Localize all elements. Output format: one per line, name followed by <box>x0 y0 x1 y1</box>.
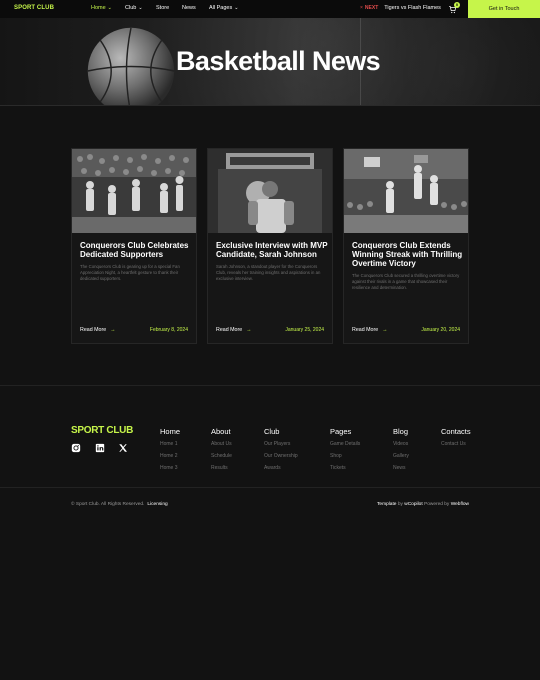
card-title[interactable]: Conquerors Club Extends Winning Streak w… <box>352 241 464 269</box>
next-match[interactable]: × NEXT Tigers vs Flash Flames <box>360 5 441 11</box>
credit-by: by <box>397 502 403 507</box>
card-image-game <box>344 149 468 233</box>
cart-button[interactable]: 0 <box>448 2 460 14</box>
footer-link[interactable]: Our Ownership <box>264 453 298 459</box>
template-credit: Template by wCopilot Powered by Webflow <box>377 502 469 507</box>
read-more-link[interactable]: Read More → <box>216 327 252 333</box>
card-title[interactable]: Conquerors Club Celebrates Dedicated Sup… <box>80 241 192 259</box>
footer-link[interactable]: Awards <box>264 465 281 471</box>
nav-link-club[interactable]: Club ⌄ <box>125 5 143 11</box>
read-more-label: Read More <box>80 327 107 333</box>
footer-col-title-contacts: Contacts <box>441 427 471 436</box>
chevron-down-icon: ⌄ <box>138 5 143 11</box>
card-excerpt: The Conquerors Club is gearing up for a … <box>80 264 180 281</box>
read-more-link[interactable]: Read More → <box>80 327 116 333</box>
footer-link[interactable]: Home 3 <box>160 465 178 471</box>
footer-divider-top <box>0 385 540 386</box>
footer-divider-bottom <box>0 487 540 488</box>
credit-powered: Powered by <box>424 502 450 507</box>
footer-link[interactable]: Our Players <box>264 441 290 447</box>
footer-link[interactable]: News <box>393 465 406 471</box>
next-label: NEXT <box>364 5 379 11</box>
copyright: © Sport Club. All Rights Reserved. Licens… <box>71 502 168 507</box>
nav-link-home-label: Home <box>91 5 106 11</box>
nav-link-store[interactable]: Store <box>156 5 169 11</box>
card-date: January 20, 2024 <box>421 327 460 333</box>
footer-logo[interactable]: SPORT CLUB <box>71 425 133 436</box>
nav-link-all-pages-label: All Pages <box>209 5 233 11</box>
read-more-label: Read More <box>216 327 243 333</box>
read-more-label: Read More <box>352 327 379 333</box>
credit-platform-link[interactable]: Webflow <box>451 502 469 507</box>
x-twitter-icon[interactable] <box>118 443 128 453</box>
footer-link[interactable]: Schedule <box>211 453 232 459</box>
card-excerpt: Sarah Johnson, a standout player for the… <box>216 264 321 281</box>
copyright-text: © Sport Club. All Rights Reserved. <box>71 502 145 507</box>
hero-banner: Basketball News <box>0 18 540 106</box>
footer-col-title-pages: Pages <box>330 427 352 436</box>
footer-link[interactable]: Home 2 <box>160 453 178 459</box>
card-image-fans <box>72 149 196 233</box>
footer-col-title-blog: Blog <box>393 427 409 436</box>
arrow-right-icon: → <box>110 327 116 333</box>
instagram-icon[interactable] <box>71 443 81 453</box>
basketball-image <box>87 27 175 105</box>
footer-col-title-club: Club <box>264 427 280 436</box>
next-match-title: Tigers vs Flash Flames <box>384 5 441 11</box>
footer-link[interactable]: Shop <box>330 453 342 459</box>
close-icon: × <box>360 5 363 11</box>
footer-link[interactable]: Results <box>211 465 228 471</box>
card-image-player <box>208 149 332 233</box>
footer-link[interactable]: Videos <box>393 441 408 447</box>
get-in-touch-button[interactable]: Get in Touch <box>468 0 540 18</box>
footer-link[interactable]: Game Details <box>330 441 360 447</box>
footer-col-title-about: About <box>211 427 231 436</box>
footer-link[interactable]: Home 1 <box>160 441 178 447</box>
footer-link[interactable]: Tickets <box>330 465 346 471</box>
card-title[interactable]: Exclusive Interview with MVP Candidate, … <box>216 241 328 259</box>
arrow-right-icon: → <box>382 327 388 333</box>
footer-link[interactable]: Gallery <box>393 453 409 459</box>
nav-link-all-pages[interactable]: All Pages ⌄ <box>209 5 238 11</box>
footer-link[interactable]: About Us <box>211 441 232 447</box>
credit-author-link[interactable]: wCopilot <box>404 502 422 507</box>
arrow-right-icon: → <box>246 327 252 333</box>
page-title: Basketball News <box>176 46 381 76</box>
footer-col-title-home: Home <box>160 427 181 436</box>
nav-link-home[interactable]: Home ⌄ <box>91 5 112 11</box>
credit-template: Template <box>377 502 397 507</box>
read-more-link[interactable]: Read More → <box>352 327 388 333</box>
card-date: February 8, 2024 <box>149 327 188 333</box>
licensing-link[interactable]: Licensing <box>147 502 167 507</box>
nav-link-club-label: Club <box>125 5 137 11</box>
linkedin-icon[interactable] <box>95 443 105 453</box>
site-logo[interactable]: SPORT CLUB <box>14 5 54 11</box>
nav-link-news[interactable]: News <box>182 5 196 11</box>
cart-count-badge: 0 <box>454 2 460 8</box>
footer-link[interactable]: Contact Us <box>441 441 466 447</box>
card-date: January 25, 2024 <box>285 327 324 333</box>
news-card[interactable]: Conquerors Club Celebrates Dedicated Sup… <box>71 148 197 344</box>
chevron-down-icon: ⌄ <box>234 5 239 11</box>
top-nav: SPORT CLUB Home ⌄ Club ⌄ Store News All Pa… <box>0 0 540 18</box>
chevron-down-icon: ⌄ <box>107 5 112 11</box>
card-excerpt: The Conquerors Club secured a thrilling … <box>352 273 460 290</box>
news-card[interactable]: Conquerors Club Extends Winning Streak w… <box>343 148 469 344</box>
news-card[interactable]: Exclusive Interview with MVP Candidate, … <box>207 148 333 344</box>
